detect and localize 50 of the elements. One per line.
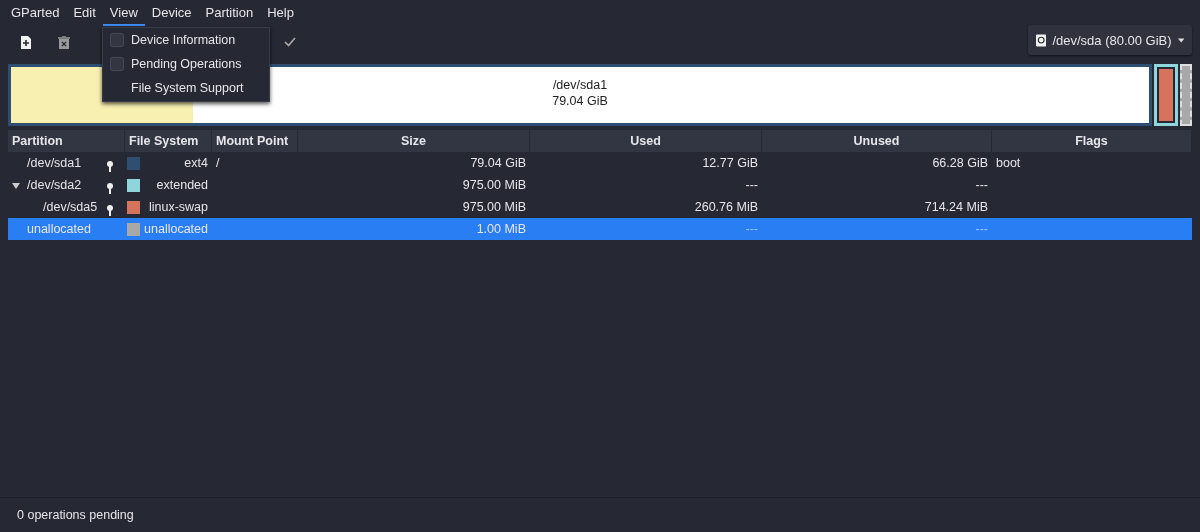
size-value: 1.00 MiB [476, 221, 526, 238]
size-value: 79.04 GiB [470, 155, 526, 172]
used-value: 260.76 MiB [694, 199, 758, 216]
table-row[interactable]: /dev/sda5 linux-swap 975.00 MiB 260.76 MiB 714.24 MiB [8, 196, 1192, 218]
checkbox[interactable] [110, 57, 124, 71]
unused-value: 714.24 MiB [924, 199, 988, 216]
column-header[interactable]: Mount Point [212, 130, 298, 152]
file-system: unallocated [144, 221, 208, 238]
size-value: 975.00 MiB [462, 177, 526, 194]
extended-partition-block[interactable] [1154, 64, 1178, 126]
file-system: linux-swap [148, 199, 208, 216]
size-value: 975.00 MiB [462, 199, 526, 216]
partition-name[interactable]: /dev/sda2 [27, 174, 82, 196]
mount-point: / [216, 155, 220, 172]
delete-icon[interactable] [58, 36, 70, 49]
caret-icon [1177, 37, 1184, 43]
used-value: 12.77 GiB [702, 155, 758, 172]
menu-item[interactable]: Partition [198, 2, 261, 26]
apply-icon[interactable] [284, 37, 296, 47]
used-value: --- [745, 177, 758, 194]
menu-item[interactable]: Edit [66, 2, 103, 26]
menu-item[interactable]: Help [260, 2, 301, 26]
unused-value: 66.28 GiB [932, 155, 988, 172]
checkbox[interactable] [110, 33, 124, 47]
unused-value: --- [975, 177, 988, 194]
column-header[interactable]: Unused [762, 130, 992, 152]
table-row[interactable]: /dev/sda2 extended 975.00 MiB --- --- [8, 174, 1192, 196]
menu-entry[interactable]: Device Information [131, 33, 236, 47]
menu-item[interactable]: GParted [4, 2, 67, 26]
partition-name: /dev/sda1 [552, 77, 608, 93]
unused-value: --- [975, 221, 988, 238]
table-row[interactable]: /dev/sda1 ext4 / 79.04 GiB 12.77 GiB 66.28 GiB boot [8, 152, 1192, 174]
column-header[interactable]: Used [530, 130, 762, 152]
column-header[interactable]: File System [125, 130, 212, 152]
file-system: extended [156, 177, 208, 194]
column-header[interactable]: Partition [8, 130, 125, 152]
used-value: --- [745, 221, 758, 238]
status-text: 0 operations pending [17, 508, 134, 522]
menu-entry[interactable]: File System Support [131, 81, 244, 95]
expander-down-icon[interactable] [12, 183, 20, 189]
new-icon[interactable] [20, 36, 32, 49]
column-header[interactable]: Size [298, 130, 530, 152]
menu-item[interactable]: Device [144, 2, 199, 26]
device-selector[interactable]: /dev/sda (80.00 GiB) [1028, 25, 1192, 55]
partition-name[interactable]: /dev/sda1 [27, 152, 82, 174]
column-header[interactable]: Flags [992, 130, 1192, 152]
partition-name[interactable]: /dev/sda5 [43, 196, 98, 218]
file-system: ext4 [184, 155, 208, 172]
partition-size: 79.04 GiB [552, 93, 608, 109]
flag-value: boot [996, 155, 1021, 172]
